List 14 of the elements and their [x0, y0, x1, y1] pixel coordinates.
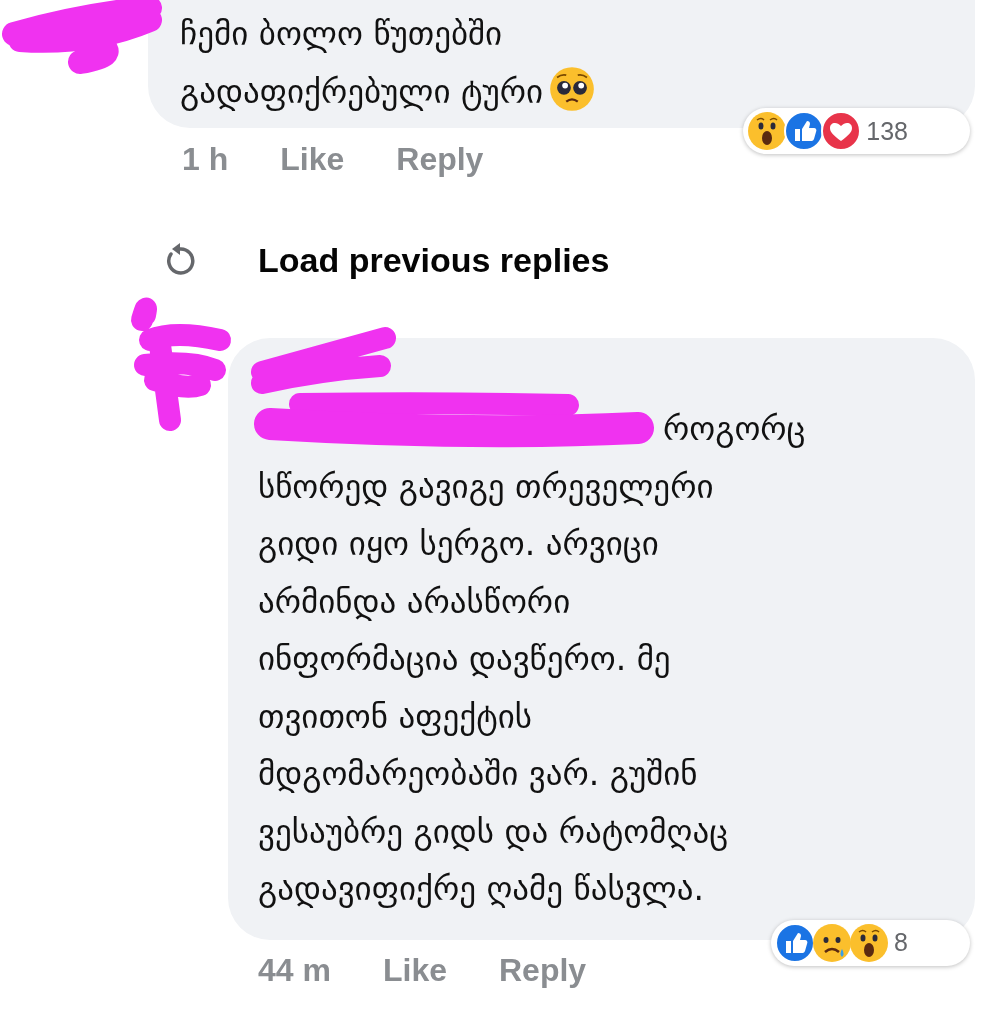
reaction-count: 8: [894, 928, 908, 957]
timestamp: 1 h: [182, 140, 229, 178]
reactions-badge[interactable]: 138: [743, 108, 970, 154]
comment-text: ჩემი ბოლო წუთებში გადაფიქრებული ტური: [180, 14, 544, 111]
timestamp: 44 m: [258, 952, 331, 989]
comment-text: სწორედ გავიგე თრეველერი გიდი იყო სერგო. არვიცი არმინდა არასწორი ინფორმაცია დავწერო. მე თვითონ აფექტის მდგომარეობაში ვარ. გუშინ ვესაუბრე გიდს და რატომღაც გადავიფიქრე ღამე წასვლა.: [258, 466, 729, 908]
comment-text-fragment: როგორც: [662, 408, 807, 450]
load-previous-replies-link[interactable]: Load previous replies: [258, 240, 610, 280]
like-link[interactable]: Like: [280, 140, 345, 178]
reactions-badge[interactable]: 8: [771, 919, 970, 966]
reply-link[interactable]: Reply: [396, 140, 484, 178]
like-link[interactable]: Like: [382, 952, 447, 989]
reply-link[interactable]: Reply: [498, 952, 587, 989]
reaction-count: 138: [866, 116, 908, 146]
